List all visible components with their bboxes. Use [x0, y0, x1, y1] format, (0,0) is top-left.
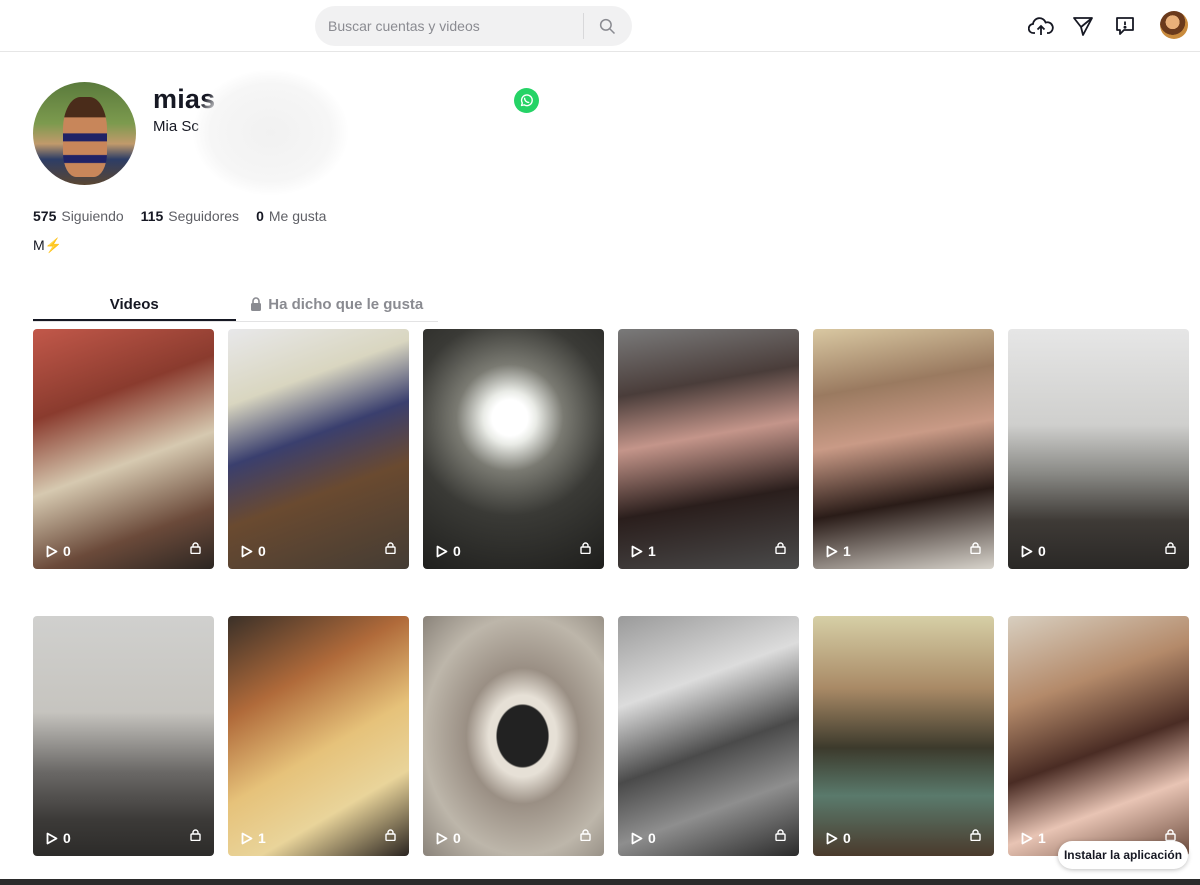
- tab-videos-label: Videos: [109, 296, 159, 313]
- bottom-bar: [0, 879, 1200, 885]
- private-lock-icon: [580, 828, 591, 846]
- view-count: 0: [631, 830, 656, 846]
- private-lock-icon: [970, 828, 981, 846]
- profile-stats: 575 Siguiendo 115 Seguidores 0 Me gusta: [33, 208, 326, 224]
- view-count-value: 0: [258, 543, 266, 559]
- upload-button[interactable]: [1027, 12, 1055, 40]
- whatsapp-share-button[interactable]: [514, 88, 539, 113]
- video-card[interactable]: 0: [1008, 329, 1189, 569]
- private-lock-icon: [1165, 541, 1176, 559]
- view-count: 0: [826, 830, 851, 846]
- play-icon: [46, 832, 58, 844]
- following-stat[interactable]: 575 Siguiendo: [33, 208, 124, 224]
- video-card[interactable]: 0: [423, 616, 604, 856]
- view-count: 1: [1021, 830, 1046, 846]
- tab-liked-label: Ha dicho que le gusta: [268, 296, 424, 313]
- play-icon: [46, 545, 58, 557]
- install-app-button[interactable]: Instalar la aplicación: [1058, 841, 1188, 869]
- private-lock-icon: [190, 828, 201, 846]
- search-input[interactable]: [315, 6, 583, 46]
- private-lock-icon: [580, 541, 591, 559]
- whatsapp-icon: [520, 94, 533, 107]
- profile-tabs: Videos Ha dicho que le gusta: [33, 290, 438, 322]
- view-count-value: 1: [843, 543, 851, 559]
- view-count-value: 0: [63, 830, 71, 846]
- tab-liked[interactable]: Ha dicho que le gusta: [236, 290, 439, 321]
- video-card[interactable]: 1: [813, 329, 994, 569]
- view-count: 0: [46, 830, 71, 846]
- view-count-value: 0: [648, 830, 656, 846]
- view-count-value: 1: [1038, 830, 1046, 846]
- video-card[interactable]: 1: [618, 329, 799, 569]
- profile-avatar: [33, 82, 136, 185]
- video-card[interactable]: 0: [813, 616, 994, 856]
- blurred-redaction: [193, 70, 348, 195]
- play-icon: [631, 545, 643, 557]
- view-count: 0: [436, 543, 461, 559]
- private-lock-icon: [775, 541, 786, 559]
- private-lock-icon: [190, 541, 201, 559]
- play-icon: [436, 832, 448, 844]
- play-icon: [826, 545, 838, 557]
- followers-stat[interactable]: 115 Seguidores: [141, 208, 239, 224]
- view-count: 0: [436, 830, 461, 846]
- view-count-value: 0: [1038, 543, 1046, 559]
- view-count-value: 1: [648, 543, 656, 559]
- likes-stat: 0 Me gusta: [256, 208, 327, 224]
- video-card[interactable]: 0: [423, 329, 604, 569]
- play-icon: [241, 832, 253, 844]
- play-icon: [631, 832, 643, 844]
- view-count-value: 0: [843, 830, 851, 846]
- video-card[interactable]: 0: [33, 329, 214, 569]
- profile-nickname: Mia Sc: [153, 118, 199, 135]
- inbox-button[interactable]: [1069, 12, 1097, 40]
- view-count: 0: [241, 543, 266, 559]
- view-count-value: 0: [453, 830, 461, 846]
- tab-videos[interactable]: Videos: [33, 290, 236, 321]
- top-navigation-bar: [0, 0, 1200, 52]
- play-icon: [826, 832, 838, 844]
- play-icon: [1021, 832, 1033, 844]
- video-card[interactable]: 1: [1008, 616, 1189, 856]
- view-count: 1: [631, 543, 656, 559]
- search-button[interactable]: [584, 6, 630, 46]
- upload-cloud-icon: [1028, 17, 1054, 35]
- video-card[interactable]: 0: [618, 616, 799, 856]
- messages-icon: [1116, 17, 1134, 35]
- view-count: 0: [1021, 543, 1046, 559]
- video-card[interactable]: 1: [228, 616, 409, 856]
- messages-button[interactable]: [1111, 12, 1139, 40]
- view-count: 0: [46, 543, 71, 559]
- view-count: 1: [826, 543, 851, 559]
- private-lock-icon: [385, 541, 396, 559]
- profile-bio: M⚡: [33, 237, 63, 253]
- play-icon: [436, 545, 448, 557]
- play-icon: [241, 545, 253, 557]
- view-count-value: 0: [453, 543, 461, 559]
- view-count-value: 1: [258, 830, 266, 846]
- video-card[interactable]: 0: [228, 329, 409, 569]
- send-inbox-icon: [1073, 17, 1093, 36]
- user-avatar[interactable]: [1160, 11, 1188, 39]
- view-count: 1: [241, 830, 266, 846]
- view-count-value: 0: [63, 543, 71, 559]
- lock-icon: [250, 292, 262, 322]
- private-lock-icon: [970, 541, 981, 559]
- private-lock-icon: [775, 828, 786, 846]
- search-icon: [599, 18, 616, 35]
- video-card[interactable]: 0: [33, 616, 214, 856]
- search-bar: [315, 6, 632, 46]
- private-lock-icon: [385, 828, 396, 846]
- play-icon: [1021, 545, 1033, 557]
